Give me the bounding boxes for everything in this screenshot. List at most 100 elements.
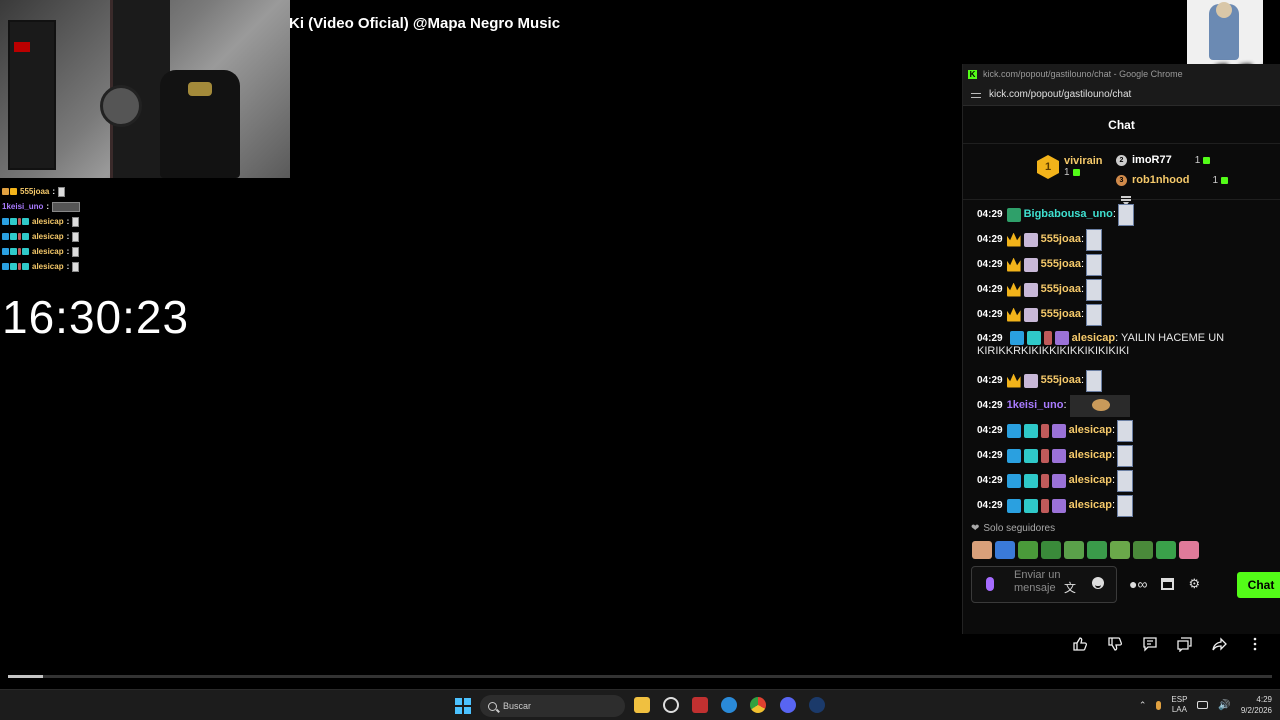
chat-username[interactable]: alesicap — [1072, 332, 1115, 344]
kick-points-icon[interactable]: ●∞ — [1129, 576, 1147, 592]
overlay-chat-line: alesicap: — [2, 244, 202, 259]
video-title[interactable]: Ki (Video Oficial) @Mapa Negro Music — [289, 15, 560, 32]
system-tray: ⌃ ESP LAA 🔊 4:29 9/2/2026 — [1139, 694, 1272, 716]
chat-username[interactable]: Bigbabousa_uno — [1024, 208, 1113, 221]
chat-username[interactable]: 555joaa — [1041, 308, 1081, 321]
badge-icon — [1009, 331, 1024, 345]
language-indicator[interactable]: ESP LAA — [1171, 695, 1187, 715]
stream-clock: 16:30:23 — [2, 291, 190, 343]
quick-emote-bar — [972, 541, 1199, 559]
tray-clock[interactable]: 4:29 9/2/2026 — [1241, 694, 1272, 716]
chat-username[interactable]: alesicap — [1069, 474, 1112, 487]
settings-gear-icon[interactable]: ⚙ — [1188, 576, 1200, 592]
chevron-up-icon[interactable]: ⌃ — [1139, 700, 1147, 711]
taskbar-search[interactable]: Buscar — [480, 695, 625, 717]
app-icon[interactable] — [692, 697, 708, 713]
badge-icon — [1040, 423, 1049, 438]
leader-count: 1 — [1195, 155, 1211, 166]
address-bar[interactable]: kick.com/popout/gastilouno/chat — [963, 84, 1280, 106]
chat-message: 04:29 alesicap: YAILIN HACEME UN KIRIKKR… — [977, 331, 1225, 357]
url-text[interactable]: kick.com/popout/gastilouno/chat — [989, 89, 1131, 100]
emote-button[interactable] — [1179, 541, 1199, 559]
badge-icon — [1023, 473, 1038, 488]
emote-button[interactable] — [1133, 541, 1153, 559]
comment-icon[interactable] — [1142, 636, 1158, 652]
fan — [100, 85, 142, 127]
leaderboard-third[interactable]: 3 rob1nhood 1 — [1116, 174, 1228, 186]
emote — [1117, 494, 1134, 517]
chat-username[interactable]: 555joaa — [1041, 258, 1081, 271]
search-icon — [488, 701, 497, 711]
chat-username[interactable]: 555joaa — [1041, 283, 1081, 296]
composer-tools: ●∞ ⚙ — [1129, 576, 1200, 592]
gift-icon — [1221, 176, 1228, 184]
file-explorer-icon[interactable] — [634, 697, 650, 713]
store-icon[interactable] — [1161, 578, 1175, 590]
discord-icon[interactable] — [780, 697, 796, 713]
dislike-icon[interactable] — [1107, 636, 1123, 652]
chat-message: 04:29 alesicap: — [977, 443, 1273, 468]
site-info-icon[interactable] — [971, 90, 981, 100]
obs-icon[interactable] — [663, 697, 679, 713]
like-icon[interactable] — [1072, 636, 1088, 652]
more-options-icon[interactable] — [1247, 636, 1263, 652]
gift-leaderboard: 1 vivirain 1 2 imoR77 1 3 rob1nhood 1 — [963, 144, 1280, 200]
emote — [1086, 228, 1103, 251]
badge-icon — [1023, 498, 1038, 513]
emote-button[interactable] — [1018, 541, 1038, 559]
badge-icon — [1006, 498, 1021, 513]
chat-username[interactable]: 1keisi_uno — [1007, 399, 1064, 412]
chat-username[interactable]: alesicap — [1069, 499, 1112, 512]
gift-badge-icon — [1023, 232, 1038, 247]
emote-button[interactable] — [1041, 541, 1061, 559]
share-icon[interactable] — [1212, 636, 1228, 652]
microphone-icon[interactable] — [986, 577, 994, 591]
emote-button[interactable] — [995, 541, 1015, 559]
leader-name: rob1nhood — [1132, 174, 1190, 186]
chat-username[interactable]: 555joaa — [1041, 374, 1081, 387]
leaderboard-first[interactable]: 1 vivirain 1 — [1037, 155, 1103, 179]
chat-message: 04:29 555joaa: — [977, 227, 1273, 252]
emote-button[interactable] — [1064, 541, 1084, 559]
live-chat-icon[interactable] — [1177, 636, 1193, 652]
emoji-icon[interactable] — [1092, 577, 1104, 589]
badge-icon — [1040, 473, 1049, 488]
chat-username[interactable]: alesicap — [1069, 424, 1112, 437]
emote-button[interactable] — [1087, 541, 1107, 559]
edge-icon[interactable] — [721, 697, 737, 713]
network-icon[interactable] — [1197, 701, 1209, 709]
chat-message: 04:29 alesicap: — [977, 493, 1273, 518]
chrome-icon[interactable] — [750, 697, 766, 713]
chat-message: 04:29 555joaa: — [977, 252, 1273, 277]
window-titlebar[interactable]: K kick.com/popout/gastilouno/chat - Goog… — [963, 64, 1280, 84]
send-chat-button[interactable]: Chat — [1237, 572, 1280, 598]
heart-icon: ❤ — [971, 523, 980, 534]
steam-icon[interactable] — [809, 697, 825, 713]
windows-start-icon[interactable] — [455, 698, 471, 714]
chat-username[interactable]: alesicap — [1069, 449, 1112, 462]
gift-badge-icon — [1051, 498, 1066, 513]
translate-icon[interactable]: 文 — [1064, 579, 1076, 596]
badge-icon — [1006, 423, 1021, 438]
emote-button[interactable] — [972, 541, 992, 559]
leaderboard-second[interactable]: 2 imoR77 1 — [1116, 154, 1211, 166]
gift-badge-icon — [1023, 257, 1038, 272]
gift-icon — [1203, 156, 1211, 164]
microphone-tray-icon[interactable] — [1156, 700, 1162, 710]
emote-button[interactable] — [1156, 541, 1176, 559]
chat-message-input[interactable]: Enviar un mensaje 文 — [971, 566, 1117, 603]
crown-badge-icon — [1006, 373, 1021, 388]
crown-badge-icon — [1006, 257, 1021, 272]
chat-message: 04:29 Bigbabousa_uno: — [977, 202, 1273, 227]
leader-name: vivirain — [1064, 155, 1103, 167]
badge-icon — [1006, 473, 1021, 488]
sticker-image — [1187, 0, 1263, 64]
overlay-chat-line: 555joaa: — [2, 184, 202, 199]
chat-message: 04:29 555joaa: — [977, 368, 1273, 393]
video-progress-bar[interactable] — [8, 675, 1272, 678]
chat-username[interactable]: 555joaa — [1041, 233, 1081, 246]
emote-button[interactable] — [1110, 541, 1130, 559]
screen: 555joaa: 1keisi_uno: alesicap: alesicap:… — [0, 0, 1280, 720]
gift-badge-icon — [1023, 373, 1038, 388]
volume-icon[interactable]: 🔊 — [1218, 700, 1230, 711]
